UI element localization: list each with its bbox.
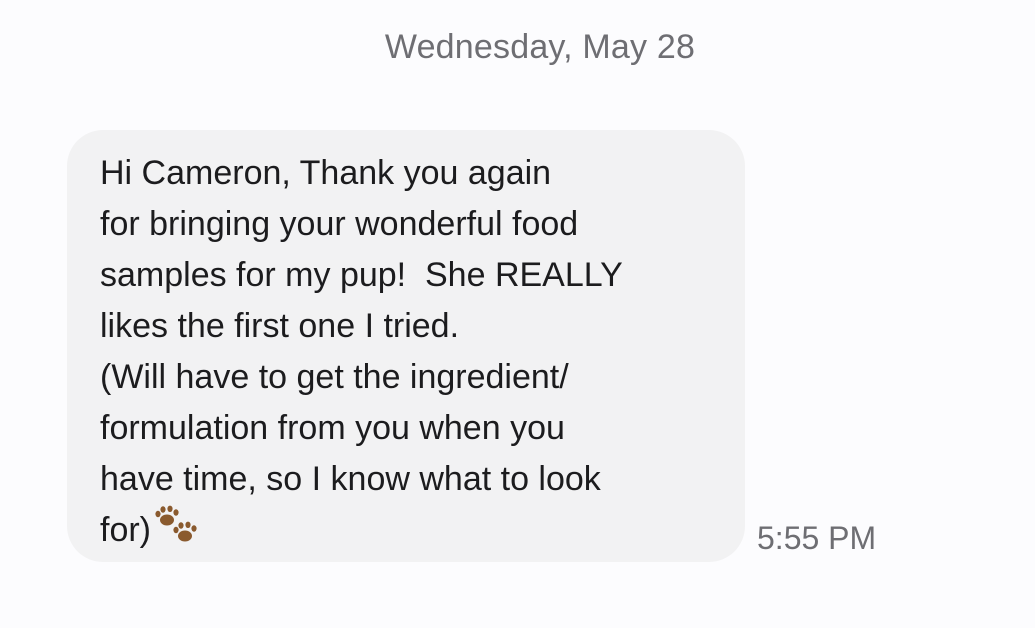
paw-prints-icon bbox=[153, 505, 199, 545]
message-body: Hi Cameron, Thank you again for bringing… bbox=[100, 154, 623, 549]
incoming-message-bubble[interactable]: Hi Cameron, Thank you again for bringing… bbox=[67, 130, 745, 562]
message-timestamp: 5:55 PM bbox=[757, 520, 877, 556]
message-text: Hi Cameron, Thank you again for bringing… bbox=[100, 148, 721, 556]
message-thread: Wednesday, May 28 Hi Cameron, Thank you … bbox=[0, 0, 1035, 628]
date-header: Wednesday, May 28 bbox=[384, 28, 696, 66]
